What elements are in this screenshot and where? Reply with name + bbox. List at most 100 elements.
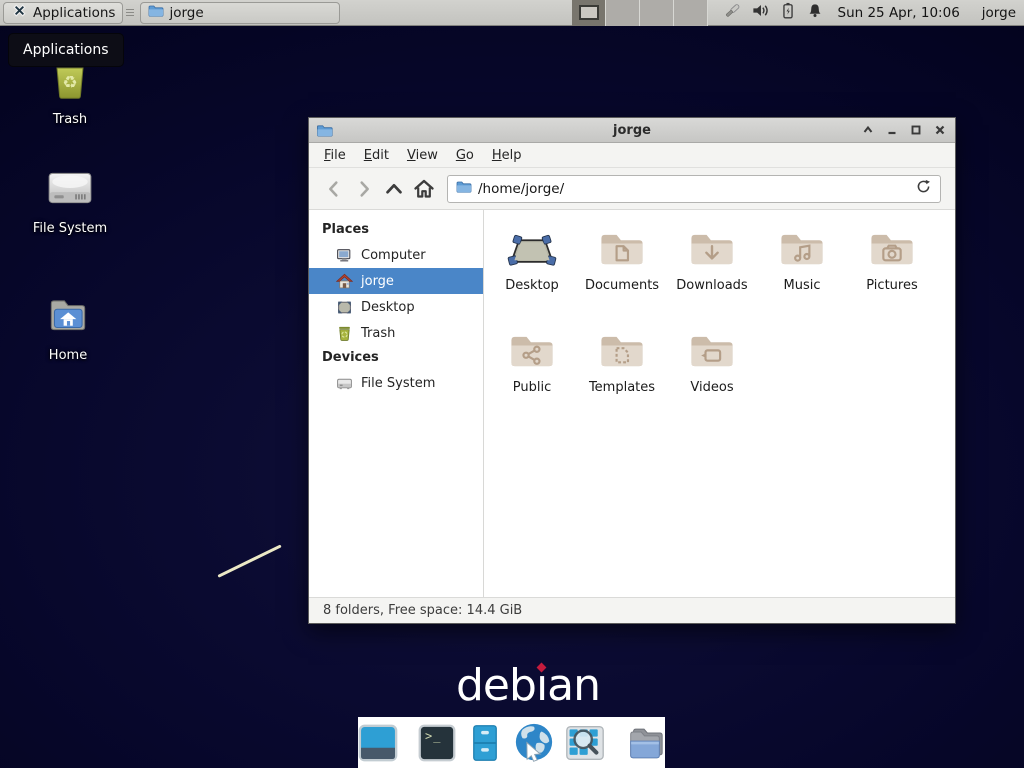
up-button[interactable] xyxy=(379,174,409,204)
panel-handle[interactable] xyxy=(126,5,134,21)
home-button[interactable] xyxy=(409,174,439,204)
applications-menu-button[interactable]: Applications xyxy=(3,2,123,24)
menu-go[interactable]: Go xyxy=(447,145,483,166)
terminal-prompt-glyph: >_ xyxy=(425,729,441,743)
file-item-templates[interactable]: Templates xyxy=(577,326,667,421)
desktop-icon-file-system[interactable]: File System xyxy=(15,163,125,236)
sidebar-item-desktop[interactable]: Desktop xyxy=(309,294,483,320)
sidebar-item-label: Trash xyxy=(361,326,395,341)
menu-edit[interactable]: Edit xyxy=(355,145,398,166)
file-item-desktop[interactable]: Desktop xyxy=(487,224,577,319)
notification-bell-icon[interactable] xyxy=(806,1,824,24)
path-folder-icon xyxy=(456,179,472,198)
home-icon xyxy=(336,273,353,290)
menu-file[interactable]: File xyxy=(315,145,355,166)
applications-menu-label: Applications xyxy=(33,5,115,21)
minimize-button[interactable] xyxy=(885,124,898,137)
workspace-2[interactable] xyxy=(606,0,640,26)
file-grid: Desktop Documents Downloads xyxy=(484,210,955,597)
workspace-window-thumb xyxy=(579,5,599,20)
places-header: Places xyxy=(309,218,483,242)
file-item-downloads[interactable]: Downloads xyxy=(667,224,757,319)
file-manager-window: jorge File Edit View Go Help xyxy=(308,117,956,624)
window-body: Places Computer jorge xyxy=(309,210,955,597)
debian-logo-text: deb xyxy=(456,660,536,711)
trash-icon xyxy=(336,325,353,342)
toolbar: /home/jorge/ xyxy=(309,168,955,210)
dock-folder-icon[interactable] xyxy=(624,722,666,764)
file-item-music[interactable]: Music xyxy=(757,224,847,319)
menu-help[interactable]: Help xyxy=(483,145,531,166)
panel-username[interactable]: jorge xyxy=(982,5,1016,21)
file-item-public[interactable]: Public xyxy=(487,326,577,421)
menubar: File Edit View Go Help xyxy=(309,143,955,168)
file-item-label: Downloads xyxy=(676,278,747,293)
hard-drive-icon xyxy=(336,375,353,392)
applications-tooltip: Applications xyxy=(8,33,124,67)
desktop-pad-icon xyxy=(506,224,558,276)
statusbar: 8 folders, Free space: 14.4 GiB xyxy=(309,597,955,623)
workspace-3[interactable] xyxy=(640,0,674,26)
file-item-pictures[interactable]: Pictures xyxy=(847,224,937,319)
tray-tool-icon[interactable] xyxy=(722,1,742,25)
system-tray xyxy=(722,1,824,25)
desktop-icon-home[interactable]: Home xyxy=(13,290,123,363)
file-item-videos[interactable]: Videos xyxy=(667,326,757,421)
file-item-label: Videos xyxy=(690,380,733,395)
web-browser-icon[interactable] xyxy=(513,722,555,764)
window-title: jorge xyxy=(309,123,955,138)
close-button[interactable] xyxy=(933,124,946,137)
window-folder-icon xyxy=(315,122,333,138)
sidebar-item-jorge[interactable]: jorge xyxy=(309,268,483,294)
status-text: 8 folders, Free space: 14.4 GiB xyxy=(323,603,522,618)
home-folder-icon xyxy=(43,290,93,344)
debian-logo-i: ı xyxy=(536,660,547,711)
desktop-icon-label: File System xyxy=(33,221,107,236)
folder-icon xyxy=(148,4,164,22)
path-entry[interactable]: /home/jorge/ xyxy=(447,175,941,203)
sidebar-item-computer[interactable]: Computer xyxy=(309,242,483,268)
file-item-label: Public xyxy=(513,380,551,395)
dock: >_ xyxy=(358,717,665,768)
file-item-label: Documents xyxy=(585,278,659,293)
downloads-folder-icon xyxy=(686,224,738,276)
sidebar-item-label: File System xyxy=(361,376,435,391)
maximize-button[interactable] xyxy=(909,124,922,137)
sidebar-item-file-system[interactable]: File System xyxy=(309,370,483,396)
taskbar-window-label: jorge xyxy=(169,5,203,21)
file-item-label: Pictures xyxy=(866,278,917,293)
show-desktop-icon[interactable] xyxy=(357,722,399,764)
desktop-icon-label: Trash xyxy=(53,112,87,127)
forward-button[interactable] xyxy=(349,174,379,204)
window-titlebar[interactable]: jorge xyxy=(309,118,955,143)
pictures-folder-icon xyxy=(866,224,918,276)
music-folder-icon xyxy=(776,224,828,276)
menu-view[interactable]: View xyxy=(398,145,447,166)
volume-icon[interactable] xyxy=(751,1,770,24)
panel-clock[interactable]: Sun 25 Apr, 10:06 xyxy=(838,5,960,21)
workspace-4[interactable] xyxy=(674,0,708,26)
sidebar-item-trash[interactable]: Trash xyxy=(309,320,483,346)
window-controls xyxy=(861,124,946,137)
shade-button[interactable] xyxy=(861,124,874,137)
path-text[interactable]: /home/jorge/ xyxy=(478,181,915,197)
terminal-icon[interactable]: >_ xyxy=(417,722,457,764)
sidebar: Places Computer jorge xyxy=(309,210,484,597)
file-cabinet-icon[interactable] xyxy=(466,722,504,764)
file-item-documents[interactable]: Documents xyxy=(577,224,667,319)
public-folder-icon xyxy=(506,326,558,378)
svg-text:♻: ♻ xyxy=(62,73,77,93)
reload-icon[interactable] xyxy=(915,178,932,199)
battery-icon[interactable] xyxy=(779,1,797,24)
tooltip-text: Applications xyxy=(23,42,109,58)
workspace-1[interactable] xyxy=(572,0,606,26)
sidebar-item-label: jorge xyxy=(361,274,394,289)
taskbar-window-button[interactable]: jorge xyxy=(140,2,340,24)
workspace-switcher[interactable] xyxy=(572,0,708,26)
app-finder-icon[interactable] xyxy=(564,722,606,764)
desktop-icon-label: Home xyxy=(49,348,87,363)
xfce-applications-icon xyxy=(11,2,28,23)
documents-folder-icon xyxy=(596,224,648,276)
desktop-pad-icon xyxy=(336,299,353,316)
back-button[interactable] xyxy=(319,174,349,204)
